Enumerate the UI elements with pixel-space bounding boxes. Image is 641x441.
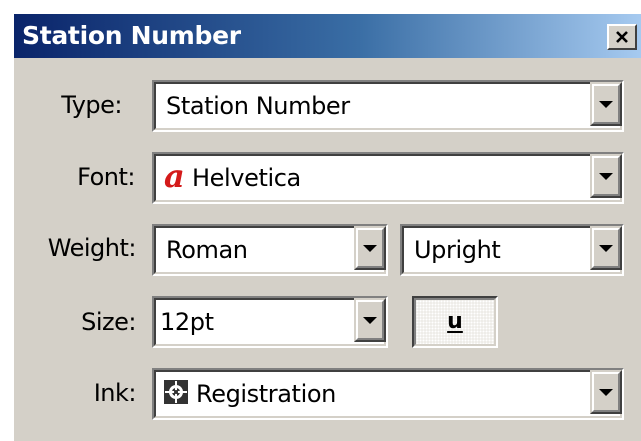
weight-dropdown-button[interactable] bbox=[354, 226, 386, 270]
ink-label: Ink: bbox=[93, 379, 137, 407]
chevron-down-icon bbox=[599, 388, 613, 396]
font-dropdown[interactable]: a Helvetica bbox=[152, 152, 624, 204]
size-label: Size: bbox=[81, 308, 136, 336]
chevron-down-icon bbox=[363, 316, 377, 324]
underline-button-label: u bbox=[447, 309, 463, 334]
ink-dropdown-button[interactable] bbox=[590, 370, 622, 414]
font-label: Font: bbox=[77, 163, 135, 191]
weight-dropdown[interactable]: Roman bbox=[152, 224, 388, 276]
close-button[interactable] bbox=[607, 24, 637, 50]
close-icon bbox=[616, 31, 628, 43]
weight-value: Roman bbox=[166, 236, 248, 264]
weight-label: Weight: bbox=[47, 234, 137, 262]
style-value: Upright bbox=[414, 236, 501, 264]
ink-value: Registration bbox=[196, 380, 336, 408]
station-number-dialog: Station Number Type: Station Number Font… bbox=[12, 12, 641, 441]
dialog-title: Station Number bbox=[22, 21, 241, 50]
size-value: 12pt bbox=[160, 308, 214, 336]
ink-dropdown[interactable]: Registration bbox=[152, 368, 624, 420]
underline-toggle-button[interactable]: u bbox=[412, 296, 498, 348]
title-bar[interactable]: Station Number bbox=[14, 14, 641, 58]
type-dropdown[interactable]: Station Number bbox=[152, 80, 624, 132]
font-dropdown-button[interactable] bbox=[590, 154, 622, 198]
font-value: Helvetica bbox=[192, 164, 301, 192]
style-dropdown-button[interactable] bbox=[590, 226, 622, 270]
chevron-down-icon bbox=[599, 100, 613, 108]
type-label: Type: bbox=[61, 91, 122, 119]
font-type-icon: a bbox=[164, 157, 185, 195]
size-dropdown[interactable]: 12pt bbox=[152, 296, 388, 348]
registration-mark-icon bbox=[164, 380, 188, 404]
type-dropdown-button[interactable] bbox=[590, 82, 622, 126]
chevron-down-icon bbox=[363, 244, 377, 252]
chevron-down-icon bbox=[599, 172, 613, 180]
style-dropdown[interactable]: Upright bbox=[400, 224, 624, 276]
chevron-down-icon bbox=[599, 244, 613, 252]
type-value: Station Number bbox=[166, 92, 350, 120]
size-dropdown-button[interactable] bbox=[354, 298, 386, 342]
